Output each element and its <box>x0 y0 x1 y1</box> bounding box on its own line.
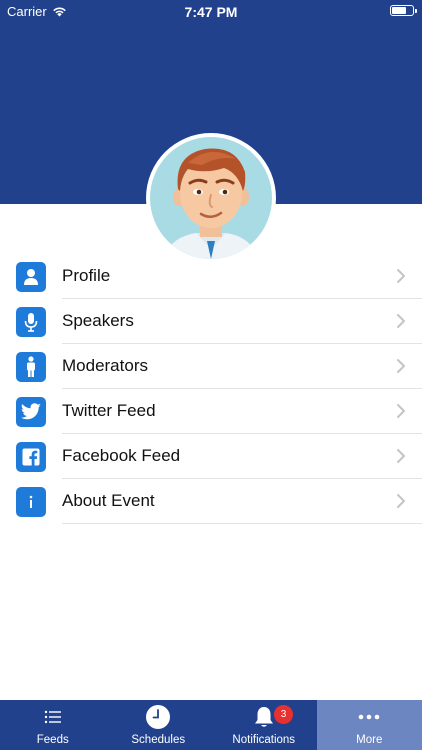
menu-item-twitter-feed[interactable]: Twitter Feed <box>0 389 422 434</box>
tab-label: Schedules <box>131 734 186 746</box>
cartoon-man-avatar-icon <box>150 137 272 259</box>
menu-item-label: Speakers <box>62 311 134 330</box>
facebook-icon <box>16 442 46 472</box>
menu-item-about-event[interactable]: About Event <box>0 479 422 524</box>
tab-feeds[interactable]: Feeds <box>0 700 106 750</box>
menu-item-label: Profile <box>62 266 111 285</box>
microphone-icon <box>16 307 46 337</box>
chevron-right-icon <box>397 314 405 328</box>
menu-item-profile[interactable]: Profile <box>0 254 422 299</box>
bell-icon <box>211 705 317 729</box>
menu-item-speakers[interactable]: Speakers <box>0 299 422 344</box>
chevron-right-icon <box>397 359 405 373</box>
menu-item-label: About Event <box>62 491 155 510</box>
menu-item-moderators[interactable]: Moderators <box>0 344 422 389</box>
list-icon <box>0 705 106 729</box>
twitter-bird-icon <box>16 397 46 427</box>
menu-item-label: Facebook Feed <box>62 446 181 465</box>
chevron-right-icon <box>397 494 405 508</box>
tab-schedules[interactable]: Schedules <box>106 700 212 750</box>
clock-time: 7:47 PM <box>184 4 238 20</box>
tab-bar: Feeds Schedules Notifications More 3 <box>0 700 422 750</box>
tab-label: Notifications <box>232 734 296 746</box>
tab-label: Feeds <box>36 734 69 746</box>
avatar[interactable] <box>146 133 276 263</box>
menu-item-facebook-feed[interactable]: Facebook Feed <box>0 434 422 479</box>
separator <box>62 523 422 524</box>
chevron-right-icon <box>397 449 405 463</box>
menu-item-label: Moderators <box>62 356 148 375</box>
chevron-right-icon <box>397 404 405 418</box>
menu-item-label: Twitter Feed <box>62 401 156 420</box>
notification-badge: 3 <box>274 705 293 724</box>
battery-icon <box>390 5 417 16</box>
ellipsis-icon <box>317 705 422 729</box>
more-menu-list: Profile Speakers Moderators Twitter Feed… <box>0 254 422 524</box>
tab-label: More <box>356 734 383 746</box>
tab-notifications[interactable]: Notifications <box>211 700 317 750</box>
clock-icon <box>106 705 212 729</box>
standing-person-icon <box>16 352 46 382</box>
chevron-right-icon <box>397 269 405 283</box>
person-icon <box>16 262 46 292</box>
tab-more[interactable]: More <box>316 700 422 750</box>
status-bar: Carrier 7:47 PM <box>0 0 422 24</box>
info-icon <box>16 487 46 517</box>
